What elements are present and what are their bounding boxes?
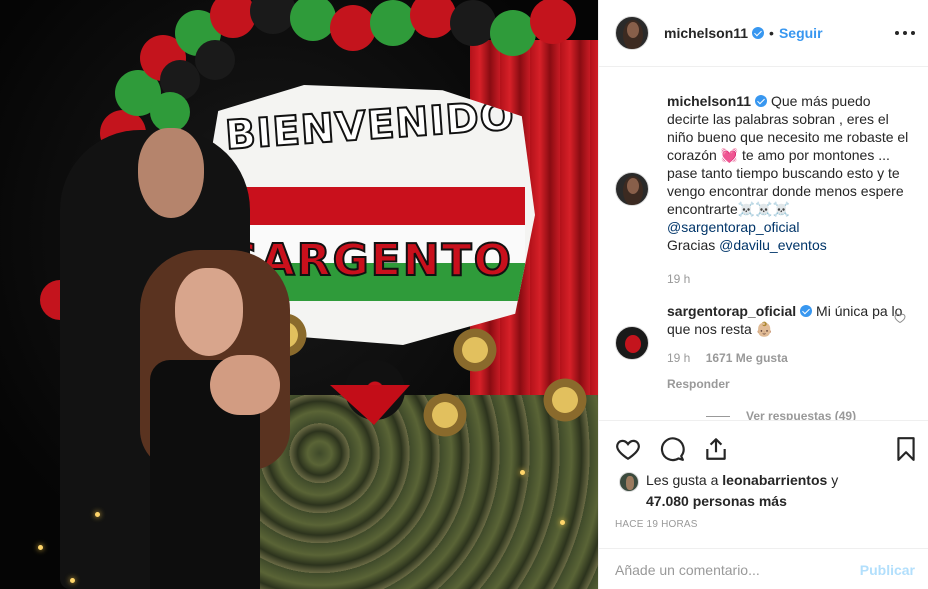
post-photo[interactable]: BIENVENIDO SARGENTO xyxy=(0,0,598,589)
caption-time: 19 h xyxy=(667,272,691,286)
separator: • xyxy=(769,25,774,41)
view-replies-button[interactable]: Ver respuestas (49) xyxy=(706,409,856,420)
mention-link[interactable]: @davilu_eventos xyxy=(719,237,827,253)
post-sidebar: michelson11 • Seguir michelson11 Que más… xyxy=(598,0,928,589)
liker-username[interactable]: leonabarrientos xyxy=(722,472,827,488)
comment-likes[interactable]: 1671 Me gusta xyxy=(706,351,788,365)
reply-button[interactable]: Responder xyxy=(667,375,912,393)
comment-icon[interactable] xyxy=(659,436,685,462)
action-bar xyxy=(599,420,928,475)
balloon xyxy=(370,0,416,46)
caption-body: michelson11 Que más puedo decirte las pa… xyxy=(667,92,912,288)
fairy-light xyxy=(560,520,565,525)
likes-text: Les gusta a leonabarrientos y 47.080 per… xyxy=(646,470,916,512)
instagram-post: BIENVENIDO SARGENTO michelson11 • Seguir… xyxy=(0,0,928,589)
likes-count-link[interactable]: 47.080 personas más xyxy=(646,493,787,509)
verified-badge-icon xyxy=(755,95,768,107)
author-avatar[interactable] xyxy=(615,16,649,50)
balloon xyxy=(450,0,496,46)
caption-text: Que más puedo decirte las palabras sobra… xyxy=(667,93,909,217)
publish-button[interactable]: Publicar xyxy=(860,562,915,578)
share-icon[interactable] xyxy=(703,436,729,462)
balloon xyxy=(490,10,536,56)
dessert-stand xyxy=(415,385,475,445)
woman-face xyxy=(175,268,243,356)
likes-prefix: Les gusta a xyxy=(646,472,719,488)
dessert-stand xyxy=(445,320,505,380)
likes-count: 47.080 xyxy=(646,493,689,509)
comment-body: sargentorap_oficial Mi única pa lo que n… xyxy=(667,302,912,393)
more-options-icon[interactable] xyxy=(895,24,915,42)
comment-username[interactable]: sargentorap_oficial xyxy=(667,303,796,319)
bookmark-icon[interactable] xyxy=(893,436,919,462)
fairy-light xyxy=(520,470,525,475)
avatar-hair xyxy=(623,176,643,205)
balloon xyxy=(410,0,456,38)
add-comment-bar: Publicar xyxy=(599,548,928,589)
liker-avatar[interactable] xyxy=(619,472,639,492)
post-header: michelson11 • Seguir xyxy=(599,0,928,67)
comment-like-heart-icon[interactable] xyxy=(894,312,906,324)
fairy-light xyxy=(70,578,75,583)
balloon xyxy=(330,5,376,51)
mention-link[interactable]: @sargentorap_oficial xyxy=(667,219,800,235)
avatar-hair xyxy=(623,20,643,49)
fairy-light xyxy=(95,512,100,517)
caption-gracias: Gracias xyxy=(667,237,716,253)
likes-conj: y xyxy=(831,472,839,488)
balloon xyxy=(195,40,235,80)
caption-username[interactable]: michelson11 xyxy=(667,93,751,109)
post-timestamp[interactable]: HACE 19 HORAS xyxy=(615,519,698,530)
follow-button[interactable]: Seguir xyxy=(779,25,823,41)
comments-section: michelson11 Que más puedo decirte las pa… xyxy=(599,68,928,420)
verified-badge-icon xyxy=(752,27,765,39)
likes-suffix: personas más xyxy=(692,493,787,509)
dessert-stand xyxy=(535,370,595,430)
verified-badge-icon xyxy=(800,305,813,317)
caption-author-avatar[interactable] xyxy=(615,172,649,206)
banner-stripe-red xyxy=(215,187,525,225)
comment-input[interactable] xyxy=(615,559,845,581)
woman-arm xyxy=(210,355,280,415)
author-username[interactable]: michelson11 xyxy=(664,25,748,41)
fairy-light xyxy=(38,545,43,550)
comment-time: 19 h xyxy=(667,351,691,365)
balloon xyxy=(210,0,256,38)
man-head xyxy=(138,128,204,218)
balloon xyxy=(290,0,336,41)
avatar-face xyxy=(625,335,641,353)
balloon xyxy=(530,0,576,44)
balloon xyxy=(150,92,190,132)
comment-meta: 19 h 1671 Me gusta xyxy=(667,349,912,367)
heart-icon[interactable] xyxy=(615,436,641,462)
commenter-avatar[interactable] xyxy=(615,326,649,360)
